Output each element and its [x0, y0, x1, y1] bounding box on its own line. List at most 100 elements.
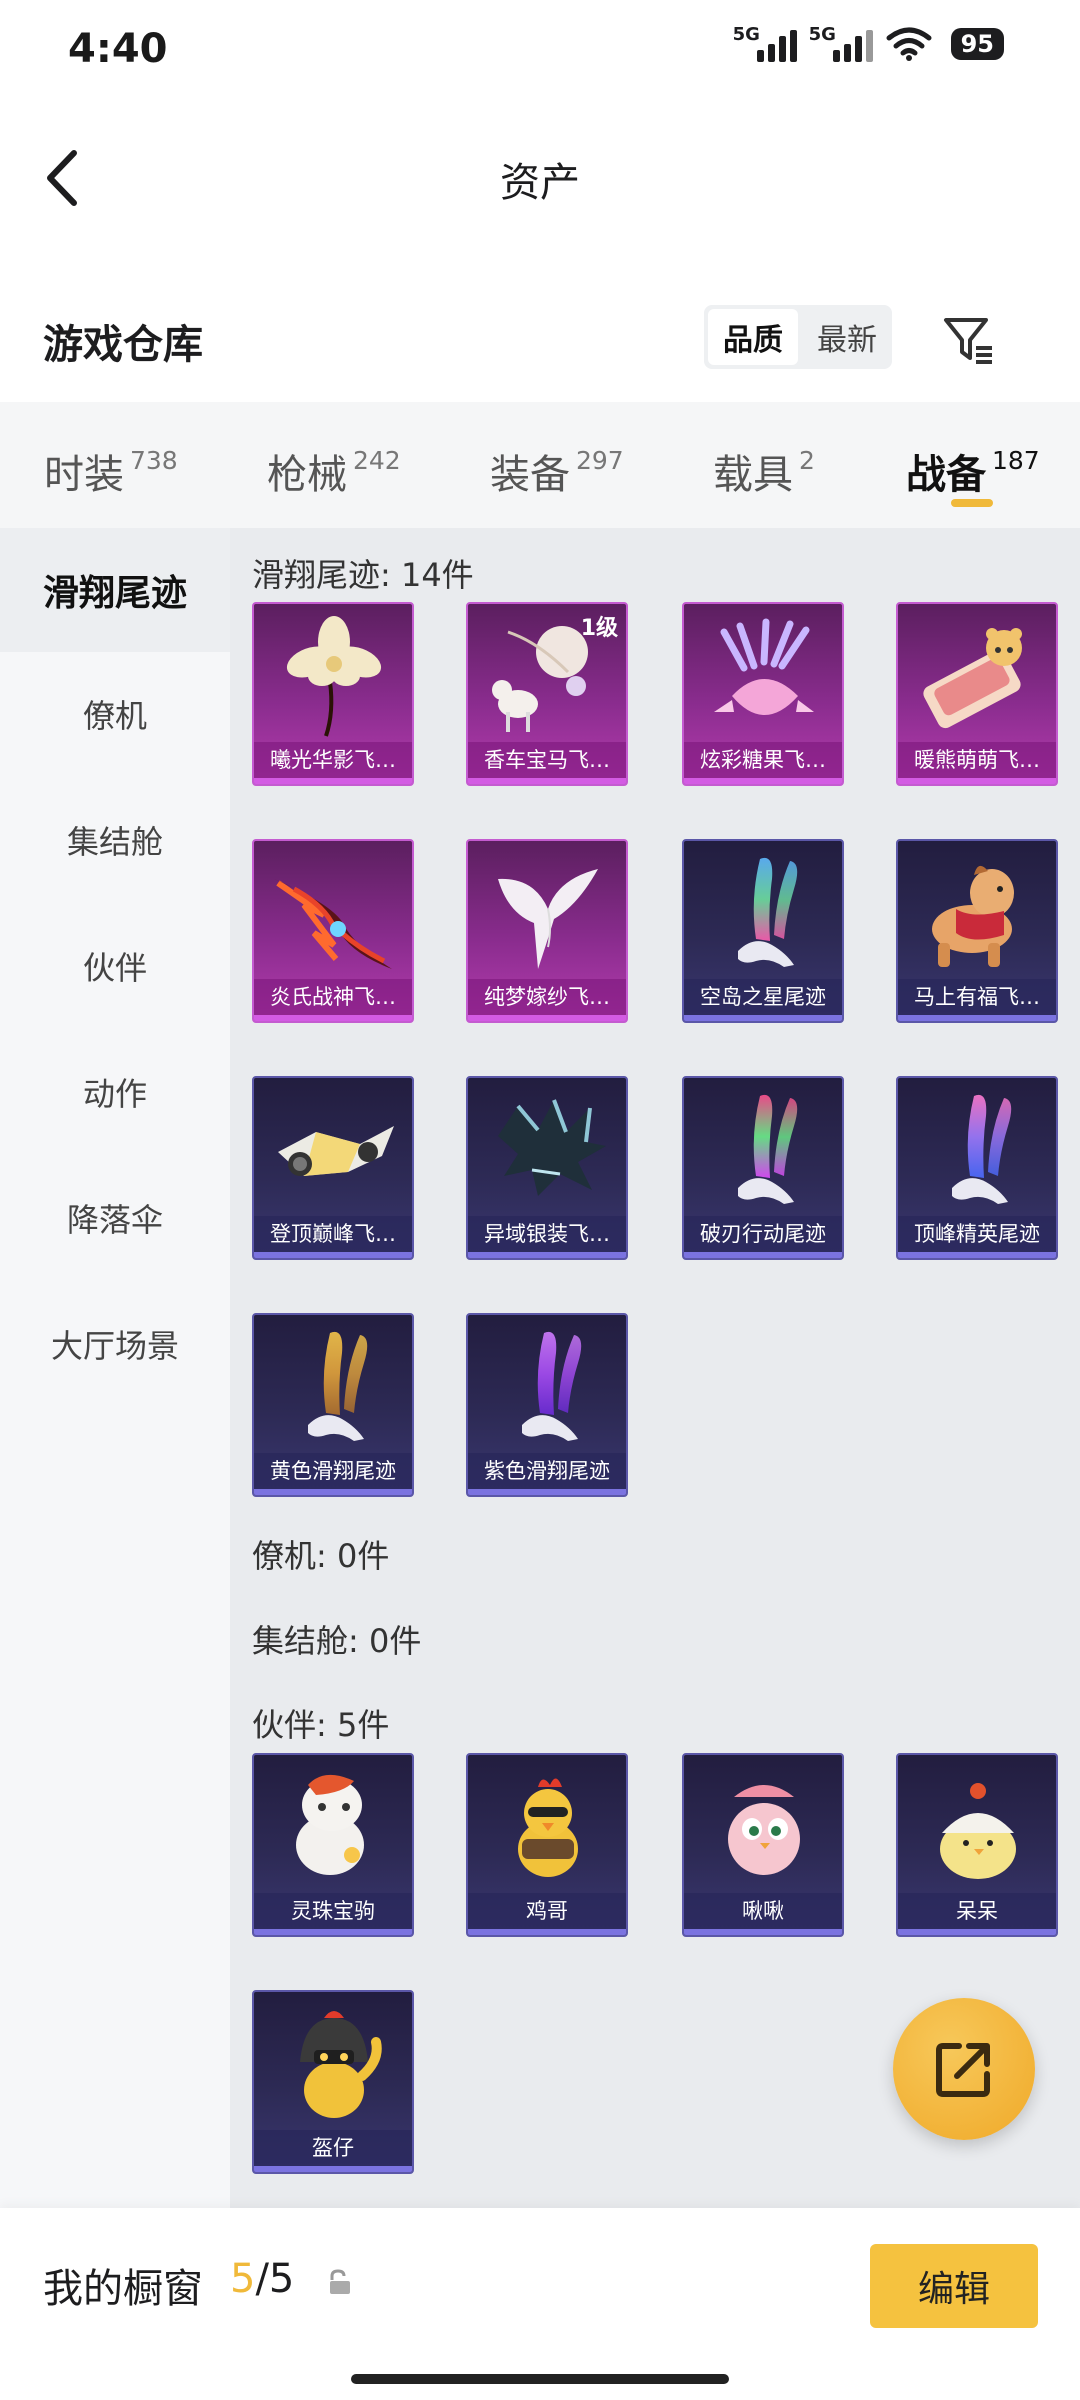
filter-icon [944, 318, 992, 364]
rarity-strip [254, 1015, 412, 1021]
item-name: 空岛之星尾迹 [684, 979, 842, 1015]
sidebar-item-glide-trail[interactable]: 滑翔尾迹 [0, 528, 230, 652]
item-card[interactable]: 啾啾 [682, 1753, 844, 1937]
candy-icon [714, 618, 814, 715]
active-tab-indicator [951, 499, 993, 507]
pet-bird-icon [728, 1785, 800, 1875]
pet-chick-icon [940, 1783, 1016, 1879]
category-tabbar: 时装 738 枪械 242 装备 297 载具 2 战备 187 [0, 402, 1080, 528]
item-card[interactable]: 灵珠宝驹 [252, 1753, 414, 1937]
rarity-strip [254, 778, 412, 784]
item-card[interactable]: 黄色滑翔尾迹 [252, 1313, 414, 1497]
battery-indicator: 95 [950, 28, 1004, 60]
item-name: 香车宝马飞… [468, 742, 626, 778]
rarity-strip [468, 1929, 626, 1935]
rarity-strip [684, 778, 842, 784]
showcase-count: 5/5 [230, 2256, 294, 2302]
item-card[interactable]: 纯梦嫁纱飞… [466, 839, 628, 1023]
pet-helmet-icon [300, 2011, 382, 2118]
rarity-strip [898, 778, 1056, 784]
item-card[interactable]: 顶峰精英尾迹 [896, 1076, 1058, 1260]
home-indicator[interactable] [351, 2374, 729, 2384]
item-name: 顶峰精英尾迹 [898, 1216, 1056, 1252]
rarity-strip [684, 1015, 842, 1021]
wifi-icon [886, 27, 932, 61]
item-name: 鸡哥 [468, 1893, 626, 1929]
tab-count: 297 [576, 446, 624, 475]
rarity-strip [254, 1252, 412, 1258]
rarity-strip [254, 1929, 412, 1935]
tab-label: 载具 [713, 452, 793, 498]
item-name: 异域银装飞… [468, 1216, 626, 1252]
trail-rainbow-icon [738, 857, 798, 967]
rarity-strip [898, 1929, 1056, 1935]
filter-button[interactable] [940, 310, 996, 366]
rarity-strip [468, 778, 626, 784]
item-name: 暖熊萌萌飞… [898, 742, 1056, 778]
sidebar-item-emote[interactable]: 动作 [0, 1030, 230, 1154]
item-card[interactable]: 呆呆 [896, 1753, 1058, 1937]
tab-count: 2 [799, 446, 815, 475]
item-card[interactable]: 鸡哥 [466, 1753, 628, 1937]
item-name: 灵珠宝驹 [254, 1893, 412, 1929]
tab-count: 242 [353, 446, 401, 475]
tab-equipment[interactable]: 装备 297 [490, 442, 624, 500]
status-icons: 5G 5G 95 [733, 24, 1004, 62]
trail-blue-icon [952, 1094, 1012, 1204]
tab-label: 枪械 [267, 452, 347, 498]
rarity-strip [254, 1489, 412, 1495]
sidebar-item-partner[interactable]: 伙伴 [0, 904, 230, 1028]
trail-yellow-icon [308, 1331, 368, 1441]
item-card[interactable]: 马上有福飞… [896, 839, 1058, 1023]
sort-quality-button[interactable]: 品质 [708, 309, 798, 365]
flower-icon [286, 616, 382, 737]
tab-label: 装备 [490, 452, 570, 498]
item-card[interactable]: 紫色滑翔尾迹 [466, 1313, 628, 1497]
item-card[interactable]: 暖熊萌萌飞… [896, 602, 1058, 786]
edit-button[interactable]: 编辑 [870, 2244, 1038, 2328]
share-button[interactable] [893, 1998, 1035, 2140]
tab-label: 时装 [44, 452, 124, 498]
tab-count: 738 [130, 446, 178, 475]
showcase-count-total: /5 [255, 2256, 295, 2302]
item-card[interactable]: 盔仔 [252, 1990, 414, 2174]
item-name: 破刃行动尾迹 [684, 1216, 842, 1252]
rarity-strip [468, 1252, 626, 1258]
level-badge: 1级 [580, 616, 618, 641]
item-name: 登顶巅峰飞… [254, 1216, 412, 1252]
pet-chicken-icon [518, 1778, 578, 1877]
bear-bed-icon [923, 628, 1022, 729]
network-type-label-2: 5G [808, 24, 836, 45]
section-title-capsule: 集结舱: 0件 [252, 1622, 422, 1660]
rarity-strip [684, 1252, 842, 1258]
jet-icon [278, 1126, 394, 1176]
rarity-strip [898, 1015, 1056, 1021]
item-card[interactable]: 炫彩糖果飞… [682, 602, 844, 786]
item-card[interactable]: 曦光华影飞… [252, 602, 414, 786]
item-grid-area: 滑翔尾迹: 14件 曦光华影飞… 1级 香车宝马飞… 炫彩糖果飞… 暖熊萌萌飞… 炎氏战神… [230, 528, 1080, 2208]
tab-battle-gear[interactable]: 战备 187 [906, 442, 1040, 500]
subcategory-sidebar: 滑翔尾迹 僚机 集结舱 伙伴 动作 降落伞 大厅场景 [0, 528, 230, 2208]
tab-vehicles[interactable]: 载具 2 [713, 442, 815, 500]
item-card[interactable]: 空岛之星尾迹 [682, 839, 844, 1023]
section-title-partner: 伙伴: 5件 [252, 1706, 390, 1744]
pet-horse-icon [296, 1774, 364, 1875]
rarity-strip [468, 1015, 626, 1021]
item-card[interactable]: 破刃行动尾迹 [682, 1076, 844, 1260]
item-card[interactable]: 登顶巅峰飞… [252, 1076, 414, 1260]
rarity-strip [254, 2166, 412, 2172]
item-card[interactable]: 炎氏战神飞… [252, 839, 414, 1023]
item-card[interactable]: 异域银装飞… [466, 1076, 628, 1260]
sidebar-item-capsule[interactable]: 集结舱 [0, 778, 230, 902]
flame-wings-icon [274, 879, 392, 969]
item-name: 纯梦嫁纱飞… [468, 979, 626, 1015]
tab-fashion[interactable]: 时装 738 [44, 442, 178, 500]
sort-newest-button[interactable]: 最新 [802, 305, 892, 369]
sidebar-item-wingman[interactable]: 僚机 [0, 652, 230, 776]
sidebar-item-parachute[interactable]: 降落伞 [0, 1156, 230, 1280]
item-name: 盔仔 [254, 2130, 412, 2166]
sidebar-item-lobby-scene[interactable]: 大厅场景 [0, 1282, 230, 1406]
item-card[interactable]: 1级香车宝马飞… [466, 602, 628, 786]
tab-firearms[interactable]: 枪械 242 [267, 442, 401, 500]
trail-purple-icon [522, 1331, 582, 1441]
